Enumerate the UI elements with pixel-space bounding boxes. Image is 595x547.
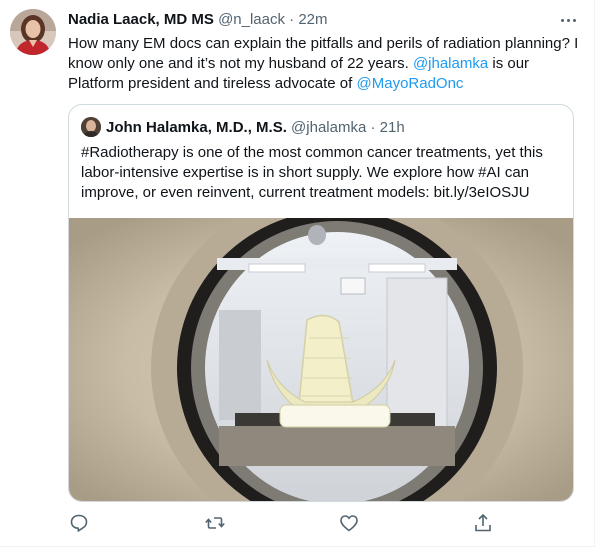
quoted-author-name[interactable]: John Halamka, M.D., M.S. [106, 119, 287, 136]
reply-icon [70, 514, 88, 532]
tweet-actions [68, 512, 498, 534]
reply-button[interactable] [68, 512, 90, 534]
quoted-media-image[interactable] [69, 218, 573, 502]
quoted-header: John Halamka, M.D., M.S. @jhalamka · 21h [106, 119, 405, 137]
share-button[interactable] [472, 512, 494, 534]
tweet-timestamp[interactable]: 22m [298, 11, 327, 28]
quoted-timestamp[interactable]: 21h [380, 119, 405, 136]
quoted-author-handle[interactable]: @jhalamka [291, 119, 366, 136]
avatar[interactable] [10, 9, 56, 55]
more-options-icon[interactable] [558, 10, 578, 30]
retweet-icon [205, 517, 225, 529]
quoted-header-separator: · [370, 119, 376, 136]
quoted-tweet[interactable]: John Halamka, M.D., M.S. @jhalamka · 21h… [68, 104, 574, 502]
tweet-header: Nadia Laack, MD MS @n_laack · 22m [68, 11, 328, 29]
mention-link-jhalamka[interactable]: @jhalamka [413, 55, 488, 72]
author-handle[interactable]: @n_laack [218, 11, 285, 28]
tweet-text: How many EM docs can explain the pitfall… [68, 34, 580, 94]
quoted-text: #Radiotherapy is one of the most common … [81, 144, 543, 201]
mention-link-mayoradonc[interactable]: @MayoRadOnc [357, 75, 464, 92]
header-separator: · [289, 11, 295, 28]
author-name[interactable]: Nadia Laack, MD MS [68, 11, 214, 28]
share-icon [475, 513, 491, 532]
like-icon [340, 515, 358, 532]
avatar-photo [10, 9, 56, 55]
quoted-avatar[interactable] [81, 117, 101, 137]
tweet-card[interactable]: Nadia Laack, MD MS @n_laack · 22m How ma… [0, 0, 595, 547]
like-button[interactable] [338, 512, 360, 534]
retweet-button[interactable] [204, 512, 226, 534]
quoted-avatar-photo [81, 117, 101, 137]
